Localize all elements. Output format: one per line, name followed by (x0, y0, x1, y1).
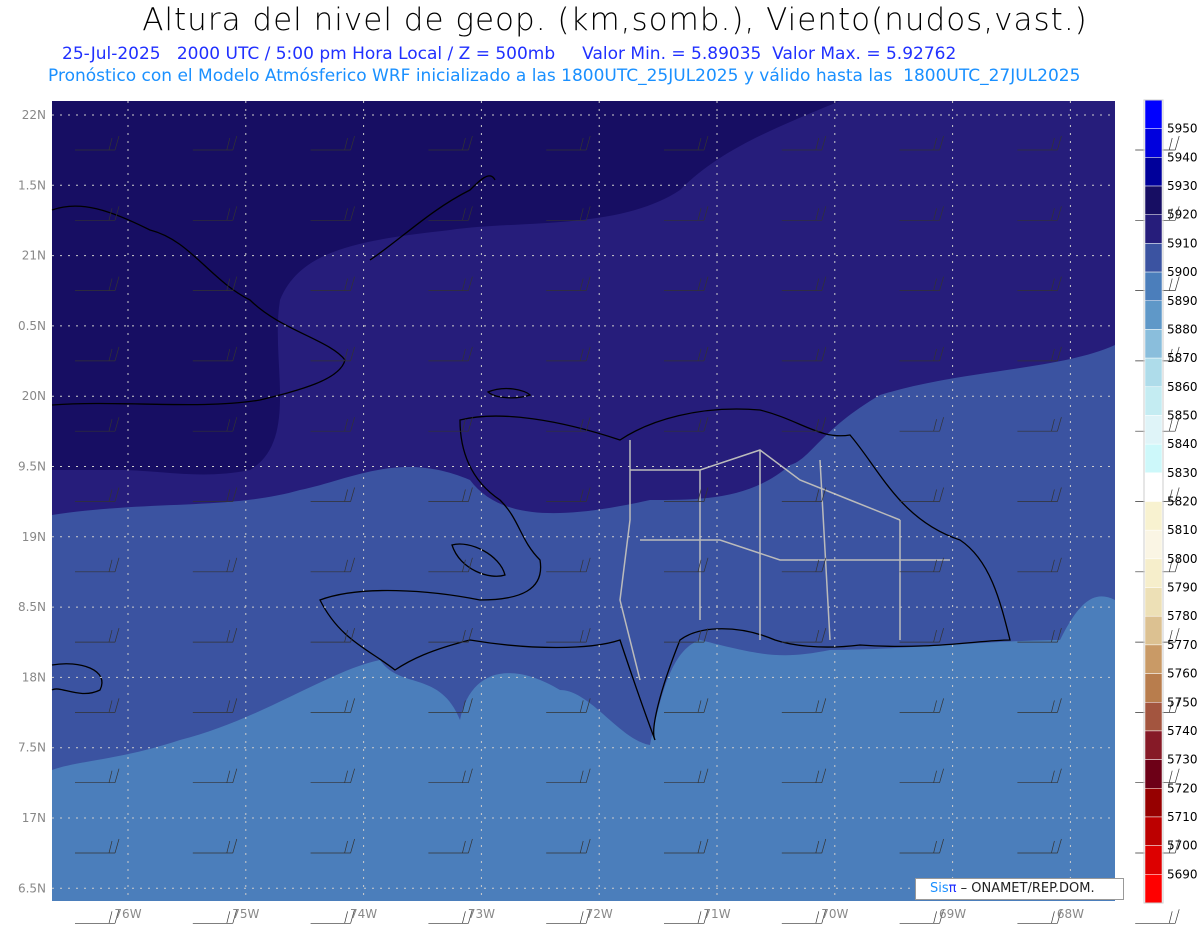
colorbar-swatch (1144, 185, 1163, 215)
wind-barb (75, 909, 120, 924)
colorbar-label: 5880 (1167, 322, 1198, 336)
colorbar-label: 5780 (1167, 609, 1198, 623)
colorbar-label: 5900 (1167, 265, 1198, 279)
colorbar-label: 5740 (1167, 724, 1198, 738)
lat-label: 19N (22, 530, 46, 544)
colorbar-swatch (1144, 845, 1163, 875)
colorbar-swatch (1144, 243, 1163, 273)
colorbar-swatch (1144, 759, 1163, 789)
lat-label: 1.5N (18, 178, 46, 192)
logo-brand: Sis (930, 881, 949, 896)
geopotential-map: 22N 1.5N 21N 0.5N 20N 9.5N 19N 8.5N 18N 7.5N 17N 6.… (18, 99, 1198, 924)
colorbar-swatch (1144, 157, 1163, 187)
wind-barb (899, 909, 944, 924)
colorbar-label: 5690 (1167, 867, 1198, 881)
colorbar-label: 5850 (1167, 408, 1198, 422)
colorbar-swatch (1144, 300, 1163, 330)
wind-barb (192, 909, 238, 924)
colorbar-label: 5790 (1167, 581, 1198, 595)
colorbar-swatch (1144, 644, 1163, 674)
colorbar-label: 5910 (1167, 236, 1198, 250)
colorbar-label: 5930 (1167, 179, 1198, 193)
lat-label: 22N (22, 108, 46, 122)
lat-label: 9.5N (18, 460, 46, 474)
colorbar-label: 5840 (1167, 437, 1198, 451)
colorbar-label: 5860 (1167, 380, 1198, 394)
colorbar: 5950 5940 5930 5920 5910 5900 5890 5880 5870 5860… (1143, 99, 1198, 904)
colorbar-swatch (1144, 415, 1163, 445)
lat-label: 17N (22, 811, 46, 825)
colorbar-label: 5830 (1167, 466, 1198, 480)
logo-text: – ONAMET/REP.DOM. (956, 881, 1095, 896)
colorbar-swatch (1144, 128, 1163, 158)
sispi-onamet-logo: Sisπ – ONAMET/REP.DOM. (915, 878, 1124, 900)
colorbar-swatch (1144, 730, 1163, 760)
wind-barb (664, 909, 709, 924)
colorbar-label: 5700 (1167, 839, 1198, 853)
colorbar-label: 5890 (1167, 294, 1198, 308)
colorbar-swatch (1144, 357, 1163, 388)
colorbar-label: 5820 (1167, 495, 1198, 509)
lon-label: 73W (468, 907, 495, 921)
lon-label: 70W (821, 907, 848, 921)
lon-label: 68W (1057, 907, 1084, 921)
wind-barb (781, 909, 827, 924)
colorbar-label: 5810 (1167, 523, 1198, 537)
colorbar-swatch (1144, 615, 1163, 646)
colorbar-label: 5920 (1167, 208, 1198, 222)
colorbar-swatch (1144, 529, 1163, 560)
colorbar-label: 5950 (1167, 122, 1198, 136)
colorbar-swatch (1144, 587, 1163, 617)
colorbar-swatch (1144, 501, 1163, 531)
colorbar-label: 5710 (1167, 810, 1198, 824)
colorbar-label: 5730 (1167, 753, 1198, 767)
wind-barb (1017, 909, 1062, 924)
lon-label: 76W (114, 907, 141, 921)
colorbar-label: 5870 (1167, 351, 1198, 365)
colorbar-swatch (1144, 386, 1163, 416)
lat-label: 7.5N (18, 741, 46, 755)
colorbar-label: 5800 (1167, 552, 1198, 566)
colorbar-swatch (1144, 673, 1163, 703)
colorbar-swatch (1144, 99, 1163, 129)
lat-label: 18N (22, 670, 46, 684)
colorbar-label: 5720 (1167, 781, 1198, 795)
lat-label: 0.5N (18, 319, 46, 333)
lat-label: 6.5N (18, 881, 46, 895)
lat-label: 21N (22, 249, 46, 263)
colorbar-swatch (1144, 874, 1163, 904)
colorbar-swatch (1144, 558, 1163, 588)
colorbar-swatch (1144, 472, 1163, 502)
wind-barb (1135, 909, 1180, 924)
colorbar-swatch (1144, 788, 1163, 818)
lon-label: 75W (232, 907, 259, 921)
colorbar-swatch (1144, 816, 1163, 846)
colorbar-label: 5770 (1167, 638, 1198, 652)
colorbar-swatch (1144, 443, 1163, 474)
colorbar-swatch (1144, 271, 1163, 302)
wind-barb (546, 909, 591, 924)
lon-label: 72W (586, 907, 613, 921)
wind-barb (310, 909, 355, 924)
colorbar-label: 5750 (1167, 695, 1198, 709)
lon-label: 71W (703, 907, 730, 921)
colorbar-swatch (1144, 214, 1163, 244)
lat-label: 8.5N (18, 600, 46, 614)
colorbar-label: 5760 (1167, 667, 1198, 681)
colorbar-swatch (1144, 702, 1163, 732)
colorbar-swatch (1144, 329, 1163, 359)
wind-barb (428, 909, 473, 924)
lon-label: 69W (939, 907, 966, 921)
lat-label: 20N (22, 389, 46, 403)
colorbar-label: 5940 (1167, 150, 1198, 164)
lon-label: 74W (350, 907, 377, 921)
